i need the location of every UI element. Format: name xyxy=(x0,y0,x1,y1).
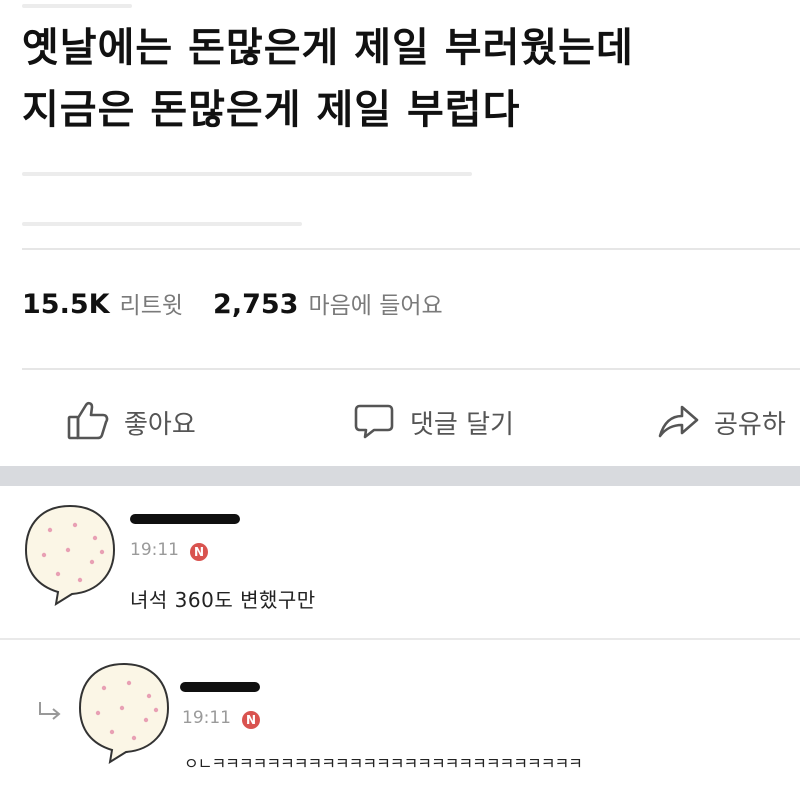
post-text-line-1: 옛날에는 돈많은게 제일 부러웠는데 xyxy=(22,25,634,71)
retweet-count: 15.5K xyxy=(22,289,110,320)
comment-label: 댓글 달기 xyxy=(410,409,514,440)
share-button[interactable]: 공유하 xyxy=(656,398,786,446)
faint-meta-bar xyxy=(22,172,472,176)
thumbs-up-icon xyxy=(66,398,110,446)
cropped-header-remnant xyxy=(22,4,132,8)
divider xyxy=(22,248,800,250)
comment-text: ㅇㄴㅋㅋㅋㅋㅋㅋㅋㅋㅋㅋㅋㅋㅋㅋㅋㅋㅋㅋㅋㅋㅋㅋㅋㅋㅋㅋㅋ xyxy=(184,754,583,773)
faint-meta-bar xyxy=(22,222,302,226)
new-badge: N xyxy=(242,711,260,729)
engagement-stats: 15.5K 리트윗 2,753 마음에 들어요 xyxy=(22,286,473,320)
comment-time: 19:11 xyxy=(130,540,179,560)
comment-divider xyxy=(0,638,800,640)
avatar[interactable] xyxy=(74,658,174,770)
action-bar: 좋아요 댓글 달기 공유하 xyxy=(0,398,800,446)
comment-time: 19:11 xyxy=(182,708,231,728)
retweet-label[interactable]: 리트윗 xyxy=(120,286,183,320)
share-label: 공유하 xyxy=(714,409,786,440)
like-label: 좋아요 xyxy=(124,409,196,440)
section-separator xyxy=(0,466,800,486)
like-count-label[interactable]: 마음에 들어요 xyxy=(308,286,442,320)
new-badge: N xyxy=(190,543,208,561)
avatar[interactable] xyxy=(20,500,120,612)
post-text-line-2: 지금은 돈많은게 제일 부럽다 xyxy=(22,87,521,133)
like-count: 2,753 xyxy=(213,289,299,320)
comment-text: 녀석 360도 변했구만 xyxy=(130,588,316,612)
share-arrow-icon xyxy=(656,398,700,446)
post-body: 옛날에는 돈많은게 제일 부러웠는데 지금은 돈많은게 제일 부럽다 xyxy=(22,22,792,136)
divider xyxy=(22,368,800,370)
reply-arrow-icon xyxy=(36,700,66,728)
like-button[interactable]: 좋아요 xyxy=(66,398,196,446)
redacted-username xyxy=(180,682,260,692)
speech-bubble-icon xyxy=(352,398,396,446)
redacted-username xyxy=(130,514,240,524)
comment-button[interactable]: 댓글 달기 xyxy=(352,398,514,446)
